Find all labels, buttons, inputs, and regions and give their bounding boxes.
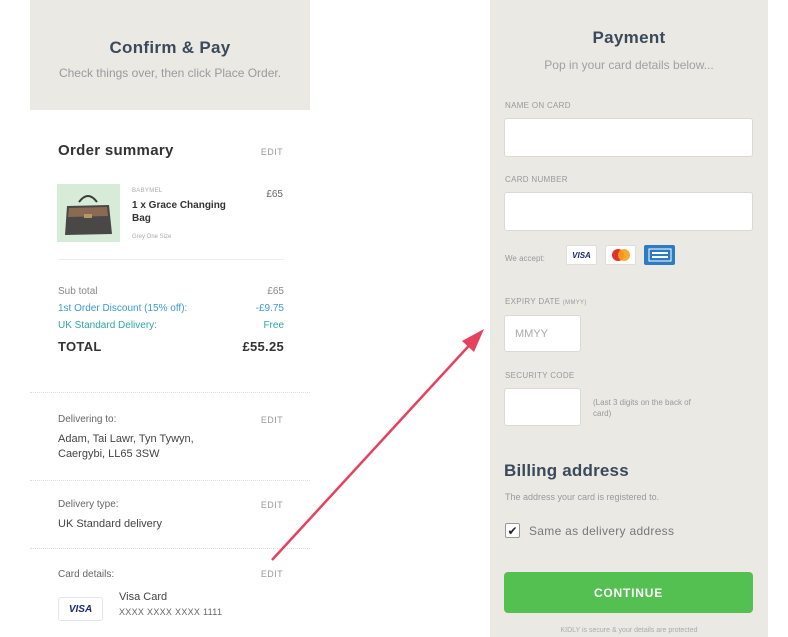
card-details-label: Card details: [58,569,115,580]
visa-logo-icon: VISA [566,245,597,265]
expiry-format-hint: (MMYY) [562,300,587,306]
same-address-checkbox[interactable]: ✔ [505,523,520,538]
expiry-label-text: EXPIRY DATE [505,297,561,306]
subtotal-value: £65 [267,286,284,297]
delivery-label: UK Standard Delivery: [58,320,157,331]
amex-logo-icon [644,245,675,265]
billing-address-title: Billing address [504,461,629,480]
edit-card-link[interactable]: EDIT [261,569,283,579]
divider [58,259,284,260]
product-variant: Grey One Size [132,234,172,240]
card-number-label: CARD NUMBER [505,175,568,184]
expiry-date-label: EXPIRY DATE (MMYY) [505,297,587,306]
product-price: £65 [266,189,283,200]
card-number-input[interactable] [504,192,753,231]
mastercard-logo-icon [605,245,636,265]
confirm-header: Confirm & Pay Check things over, then cl… [30,0,310,110]
product-name[interactable]: 1 x Grace Changing Bag [132,199,242,225]
product-brand: BABYMEL [132,188,163,194]
edit-delivery-type-link[interactable]: EDIT [261,500,283,510]
discount-label: 1st Order Discount (15% off): [58,303,188,314]
changing-bag-icon [57,184,120,242]
order-summary-title: Order summary [58,142,174,159]
visa-logo-icon: VISA [58,597,103,621]
divider [30,480,310,481]
confirm-subtitle: Check things over, then click Place Orde… [58,66,282,80]
card-name: Visa Card [119,591,168,603]
subtotal-row: Sub total £65 [58,286,284,297]
name-on-card-input[interactable] [504,118,753,157]
delivery-type-value: UK Standard delivery [58,518,162,530]
payment-panel: Payment Pop in your card details below..… [490,0,768,637]
confirm-pay-panel: Confirm & Pay Check things over, then cl… [30,0,310,637]
delivery-address-line2: Caergybi, LL65 3SW [58,448,160,460]
confirm-title: Confirm & Pay [109,38,231,57]
delivery-value: Free [263,320,284,331]
security-code-label: SECURITY CODE [505,371,575,380]
total-row: TOTAL £55.25 [58,339,284,354]
subtotal-label: Sub total [58,286,98,297]
expiry-date-input[interactable]: MMYY [504,315,581,352]
delivery-address-line1: Adam, Tai Lawr, Tyn Tywyn, [58,433,194,445]
name-on-card-label: NAME ON CARD [505,101,571,110]
divider [30,392,310,393]
product-image [57,184,120,242]
delivery-type-label: Delivery type: [58,499,119,510]
delivering-to-label: Delivering to: [58,414,117,425]
divider [30,548,310,549]
card-number-masked: XXXX XXXX XXXX 1111 [119,607,223,617]
billing-address-subtitle: The address your card is registered to. [505,492,660,502]
delivery-row: UK Standard Delivery: Free [58,320,284,331]
payment-title: Payment [592,28,666,47]
we-accept-label: We accept: [505,254,545,263]
discount-value: -£9.75 [255,303,284,314]
arrow-head [462,329,484,352]
payment-subtitle: Pop in your card details below... [544,58,714,72]
mastercard-icon [611,249,630,261]
total-label: TOTAL [58,339,102,354]
secure-note: KIDLY is secure & your details are prote… [560,627,698,634]
edit-order-link[interactable]: EDIT [261,147,283,157]
same-address-label[interactable]: Same as delivery address [529,524,674,538]
continue-button[interactable]: CONTINUE [504,572,753,613]
edit-address-link[interactable]: EDIT [261,415,283,425]
security-code-input[interactable] [504,388,581,426]
amex-icon [648,248,671,262]
security-code-hint: (Last 3 digits on the back of card) [593,398,691,418]
total-value: £55.25 [242,339,284,354]
discount-row: 1st Order Discount (15% off): -£9.75 [58,303,284,314]
